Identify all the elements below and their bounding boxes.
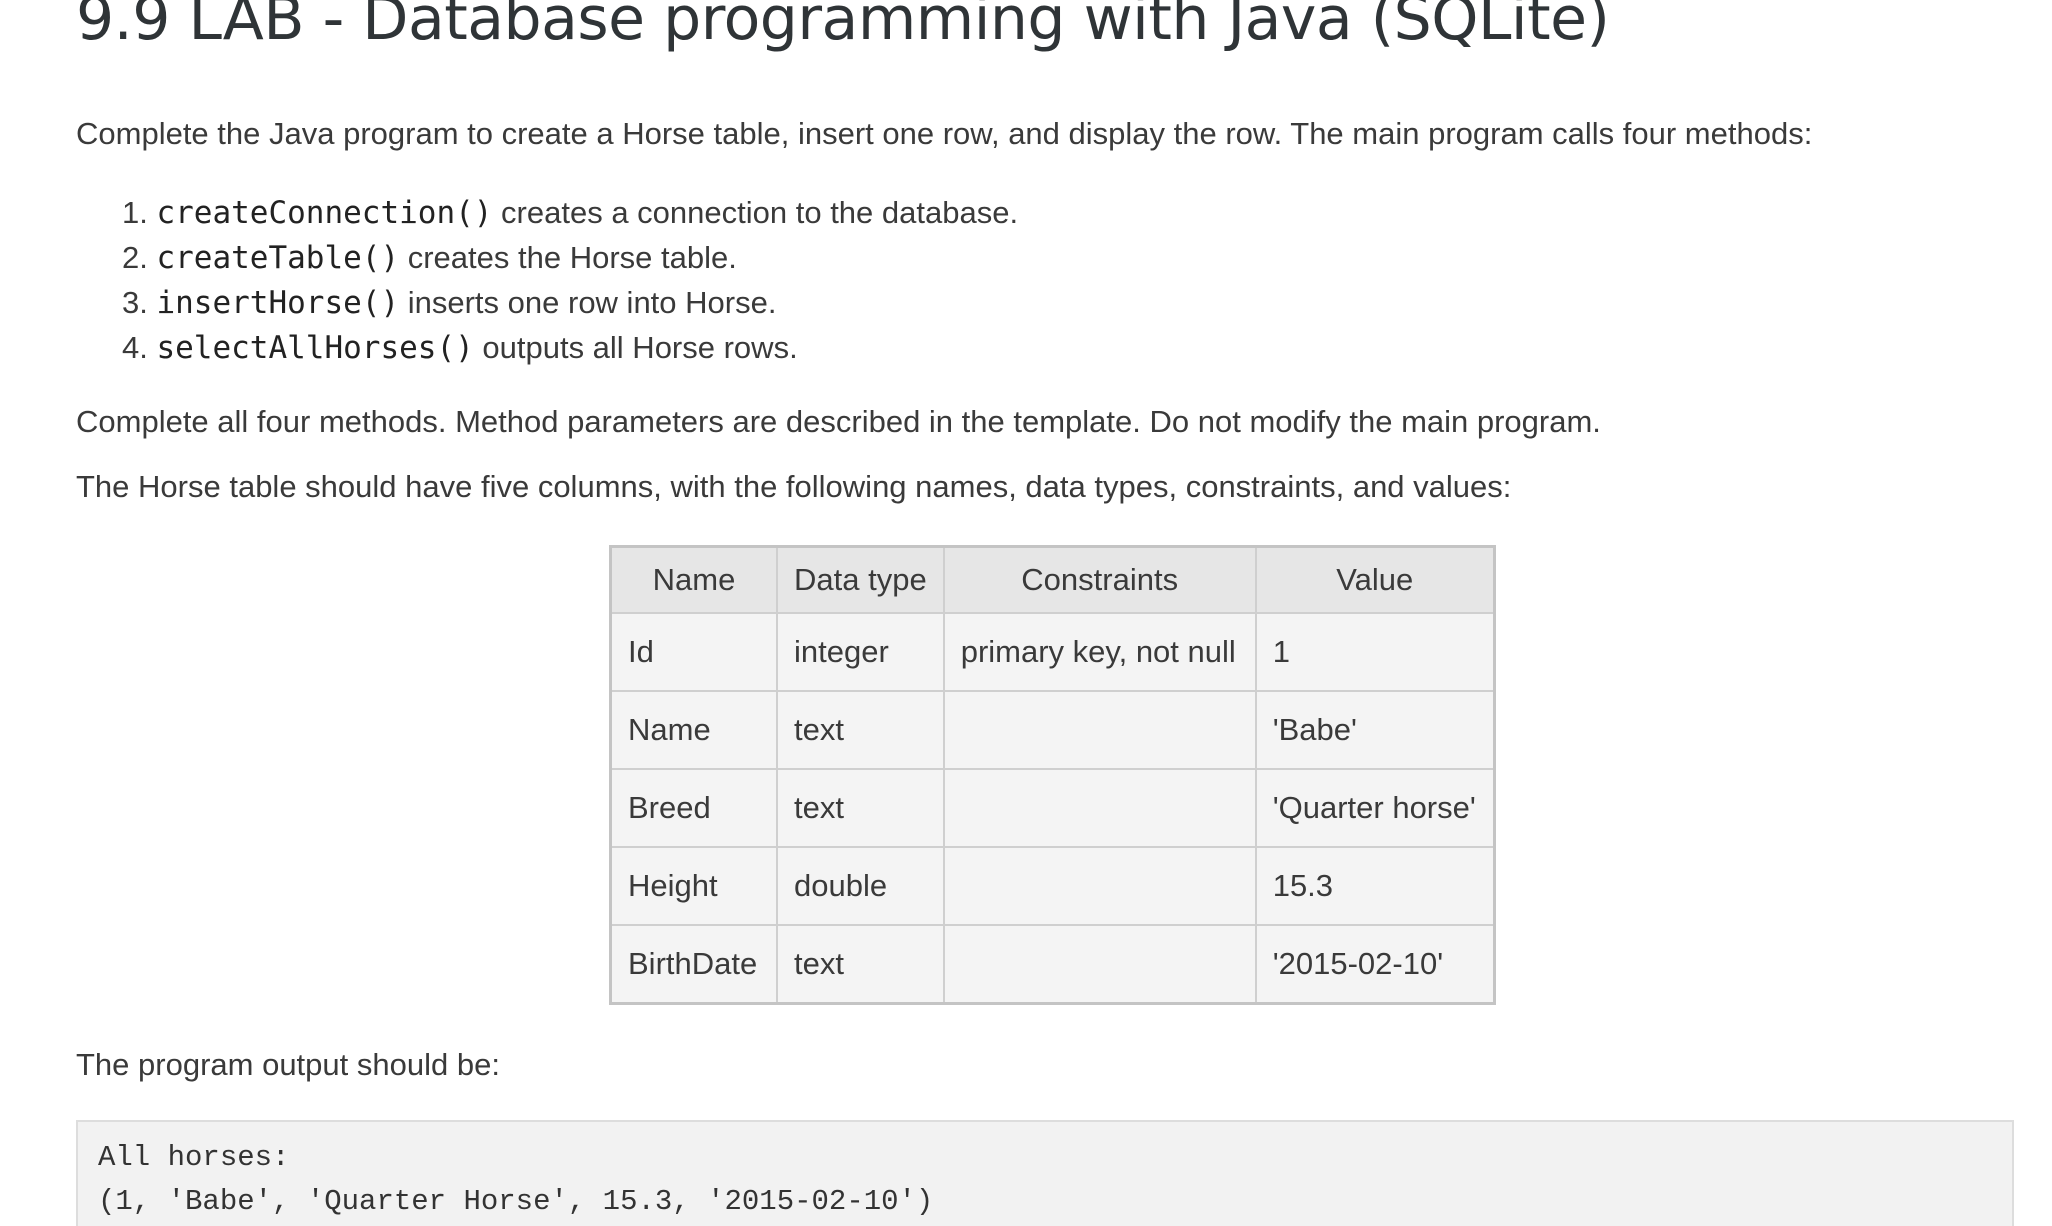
list-number: 2. [122,240,148,275]
method-description: outputs all Horse rows. [473,330,798,365]
table-row: BirthDate text '2015-02-10' [609,924,1496,1005]
cell-constraints: primary key, not null [942,612,1257,692]
cell-name: Breed [609,768,778,848]
cell-constraints [942,690,1257,770]
cell-value: 'Quarter horse' [1254,768,1496,848]
table-row: Height double 15.3 [609,846,1496,926]
instructions-paragraph: Complete all four methods. Method parame… [76,404,1601,439]
cell-data-type: text [776,690,945,770]
cell-value: '2015-02-10' [1254,924,1496,1005]
method-name: selectAllHorses() [156,330,474,366]
cell-value: 'Babe' [1254,690,1496,770]
cell-data-type: text [776,924,945,1005]
table-description: The Horse table should have five columns… [76,469,1512,504]
header-data-type: Data type [776,545,945,614]
header-constraints: Constraints [942,545,1257,614]
cell-constraints [942,846,1257,926]
output-line: (1, 'Babe', 'Quarter Horse', 15.3, '2015… [98,1185,934,1218]
list-item: 4. selectAllHorses() outputs all Horse r… [122,325,1018,370]
list-number: 3. [122,285,148,320]
cell-value: 15.3 [1254,846,1496,926]
list-item: 3. insertHorse() inserts one row into Ho… [122,280,1018,325]
page-title: 9.9 LAB - Database programming with Java… [76,0,1610,54]
output-description: The program output should be: [76,1047,500,1082]
intro-paragraph: Complete the Java program to create a Ho… [76,116,1813,151]
method-description: creates the Horse table. [399,240,737,275]
table-row: Id integer primary key, not null 1 [609,612,1496,692]
cell-name: BirthDate [609,924,778,1005]
method-description: inserts one row into Horse. [399,285,777,320]
method-list: 1. createConnection() creates a connecti… [122,190,1018,370]
cell-constraints [942,924,1257,1005]
table-row: Name text 'Babe' [609,690,1496,770]
cell-name: Id [609,612,778,692]
cell-value: 1 [1254,612,1496,692]
output-line: All horses: [98,1141,290,1174]
cell-name: Height [609,846,778,926]
method-name: createTable() [156,240,400,276]
list-item: 2. createTable() creates the Horse table… [122,235,1018,280]
method-name: createConnection() [156,195,493,231]
method-name: insertHorse() [156,285,400,321]
table-header-row: Name Data type Constraints Value [609,545,1496,614]
table-row: Breed text 'Quarter horse' [609,768,1496,848]
header-name: Name [609,545,778,614]
list-number: 4. [122,330,148,365]
cell-data-type: double [776,846,945,926]
horse-columns-table: Name Data type Constraints Value Id inte… [609,545,1496,1005]
list-item: 1. createConnection() creates a connecti… [122,190,1018,235]
method-description: creates a connection to the database. [492,195,1019,230]
cell-data-type: text [776,768,945,848]
cell-constraints [942,768,1257,848]
list-number: 1. [122,195,148,230]
expected-output-block: All horses: (1, 'Babe', 'Quarter Horse',… [76,1120,2014,1226]
header-value: Value [1254,545,1496,614]
cell-data-type: integer [776,612,945,692]
cell-name: Name [609,690,778,770]
